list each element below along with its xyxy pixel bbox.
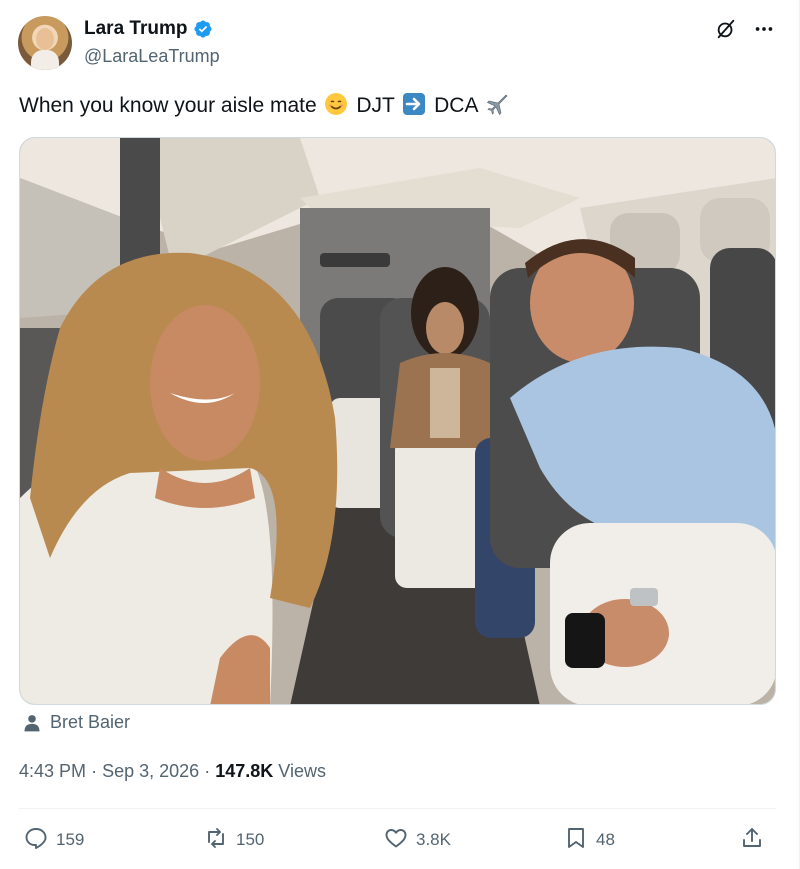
- meta-separator: ·: [91, 761, 98, 781]
- meta-separator: ·: [204, 761, 211, 781]
- tweet-top-actions: [715, 18, 775, 40]
- more-options-icon[interactable]: [753, 18, 775, 40]
- views-count: 147.8K: [215, 761, 274, 781]
- right-arrow-emoji-icon: [402, 92, 426, 116]
- share-icon: [740, 826, 764, 855]
- tagged-user-name[interactable]: Bret Baier: [50, 712, 130, 733]
- author-handle[interactable]: @LaraLeaTrump: [84, 46, 220, 67]
- heart-icon: [384, 826, 408, 855]
- repost-count: 150: [236, 830, 265, 849]
- tweet-time[interactable]: 4:43 PM: [19, 761, 86, 781]
- bookmark-button[interactable]: 48: [564, 826, 615, 854]
- author-name-row: Lara Trump: [84, 18, 213, 40]
- repost-button[interactable]: 150: [204, 826, 264, 854]
- avatar-face: [36, 28, 54, 50]
- tweet-date[interactable]: Sep 3, 2026: [102, 761, 199, 781]
- tagged-users[interactable]: Bret Baier: [22, 712, 130, 733]
- like-button[interactable]: 3.8K: [384, 826, 451, 854]
- bookmark-icon: [564, 826, 588, 855]
- divider: [19, 808, 776, 809]
- avatar-body: [31, 50, 59, 70]
- tweet-text-part-2: DJT: [356, 94, 395, 117]
- tweet-meta: 4:43 PM · Sep 3, 2026 · 147.8K Views: [19, 761, 326, 782]
- avatar[interactable]: [18, 16, 72, 70]
- like-count: 3.8K: [416, 830, 451, 849]
- tweet-text: When you know your aisle mate DJT DCA: [19, 92, 511, 120]
- grok-icon[interactable]: [715, 18, 737, 40]
- views-label: Views: [278, 761, 326, 781]
- airplane-emoji-icon: [485, 92, 509, 116]
- tweet-text-part-1: When you know your aisle mate: [19, 94, 317, 117]
- author-display-name[interactable]: Lara Trump: [84, 18, 187, 40]
- airplane-cabin-selfie-photo: [20, 138, 775, 704]
- smiling-face-emoji-icon: [324, 92, 348, 116]
- repost-icon: [204, 826, 228, 855]
- share-button[interactable]: [740, 826, 764, 854]
- bookmark-count: 48: [596, 830, 615, 849]
- reply-count: 159: [56, 830, 85, 849]
- tweet-card: Lara Trump @LaraLeaTrump When you know y…: [0, 0, 800, 869]
- tweet-text-part-3: DCA: [434, 94, 478, 117]
- tweet-photo[interactable]: [19, 137, 776, 705]
- reply-icon: [24, 826, 48, 855]
- reply-button[interactable]: 159: [24, 826, 84, 854]
- tweet-action-bar: 159 150 3.8K 48: [24, 826, 776, 854]
- person-icon: [22, 713, 42, 733]
- verified-badge-icon[interactable]: [193, 19, 213, 39]
